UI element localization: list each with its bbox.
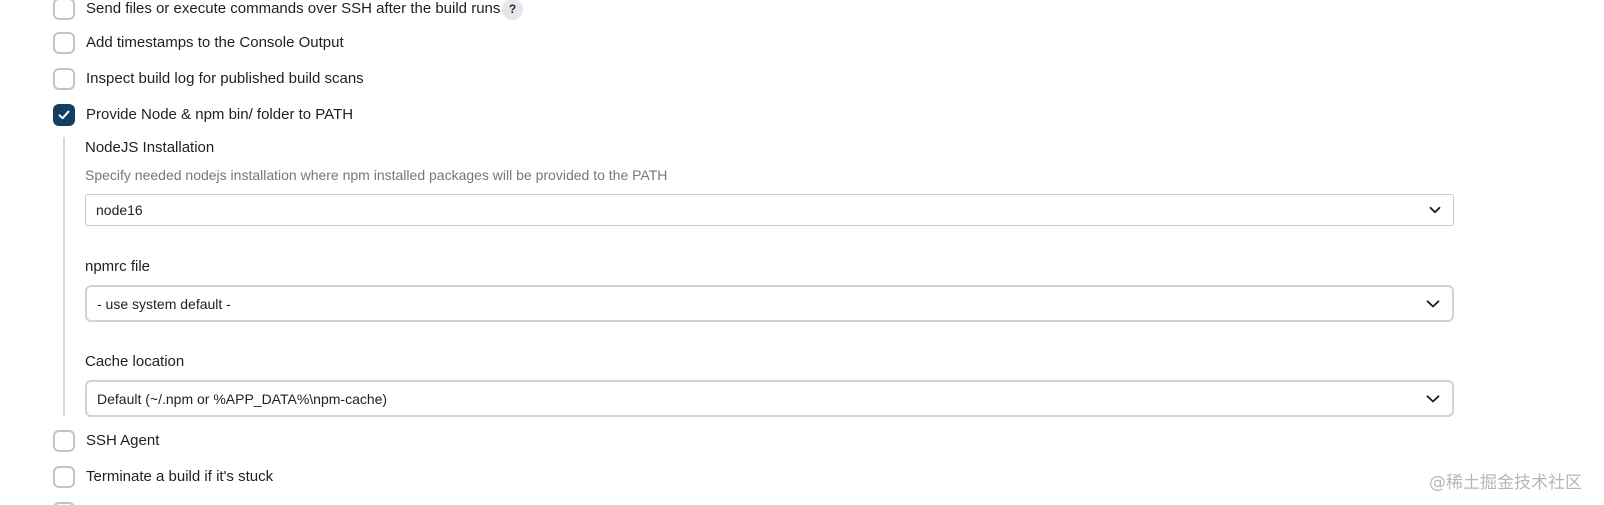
- chevron-down-icon: [1429, 206, 1441, 214]
- timestamps-label[interactable]: Add timestamps to the Console Output: [86, 34, 344, 52]
- npmrc-file-select[interactable]: - use system default -: [85, 285, 1454, 322]
- ssh-agent-checkbox[interactable]: [53, 430, 75, 452]
- nodejs-installation-description: Specify needed nodejs installation where…: [85, 167, 668, 183]
- node-path-label[interactable]: Provide Node & npm bin/ folder to PATH: [86, 106, 353, 124]
- build-environment-options: Send files or execute commands over SSH …: [0, 0, 1604, 505]
- cache-location-select[interactable]: Default (~/.npm or %APP_DATA%\npm-cache): [85, 380, 1454, 417]
- npmrc-file-value: - use system default -: [97, 295, 231, 312]
- ssh-publish-label[interactable]: Send files or execute commands over SSH …: [86, 0, 500, 18]
- watermark-text: @稀土掘金技术社区: [1429, 473, 1582, 493]
- nested-section-bar: [63, 137, 65, 416]
- cache-location-value: Default (~/.npm or %APP_DATA%\npm-cache): [97, 390, 388, 407]
- nodejs-installation-label: NodeJS Installation: [85, 139, 215, 156]
- ssh-publish-checkbox[interactable]: [53, 0, 75, 20]
- timestamps-checkbox[interactable]: [53, 32, 75, 54]
- help-icon[interactable]: ?: [502, 0, 523, 20]
- build-scans-label[interactable]: Inspect build log for published build sc…: [86, 70, 364, 88]
- chevron-down-icon: [1426, 299, 1440, 307]
- ssh-agent-label[interactable]: SSH Agent: [86, 432, 159, 450]
- nodejs-installation-select[interactable]: node16: [85, 194, 1454, 226]
- build-scans-checkbox[interactable]: [53, 68, 75, 90]
- terminate-stuck-checkbox[interactable]: [53, 466, 75, 488]
- terminate-stuck-label[interactable]: Terminate a build if it's stuck: [86, 468, 273, 486]
- npmrc-file-label: npmrc file: [85, 258, 151, 275]
- chevron-down-icon: [1426, 394, 1440, 402]
- nodejs-installation-value: node16: [96, 202, 143, 218]
- node-path-checkbox[interactable]: [53, 104, 75, 126]
- cache-location-label: Cache location: [85, 353, 185, 370]
- checkmark-icon: [58, 110, 70, 120]
